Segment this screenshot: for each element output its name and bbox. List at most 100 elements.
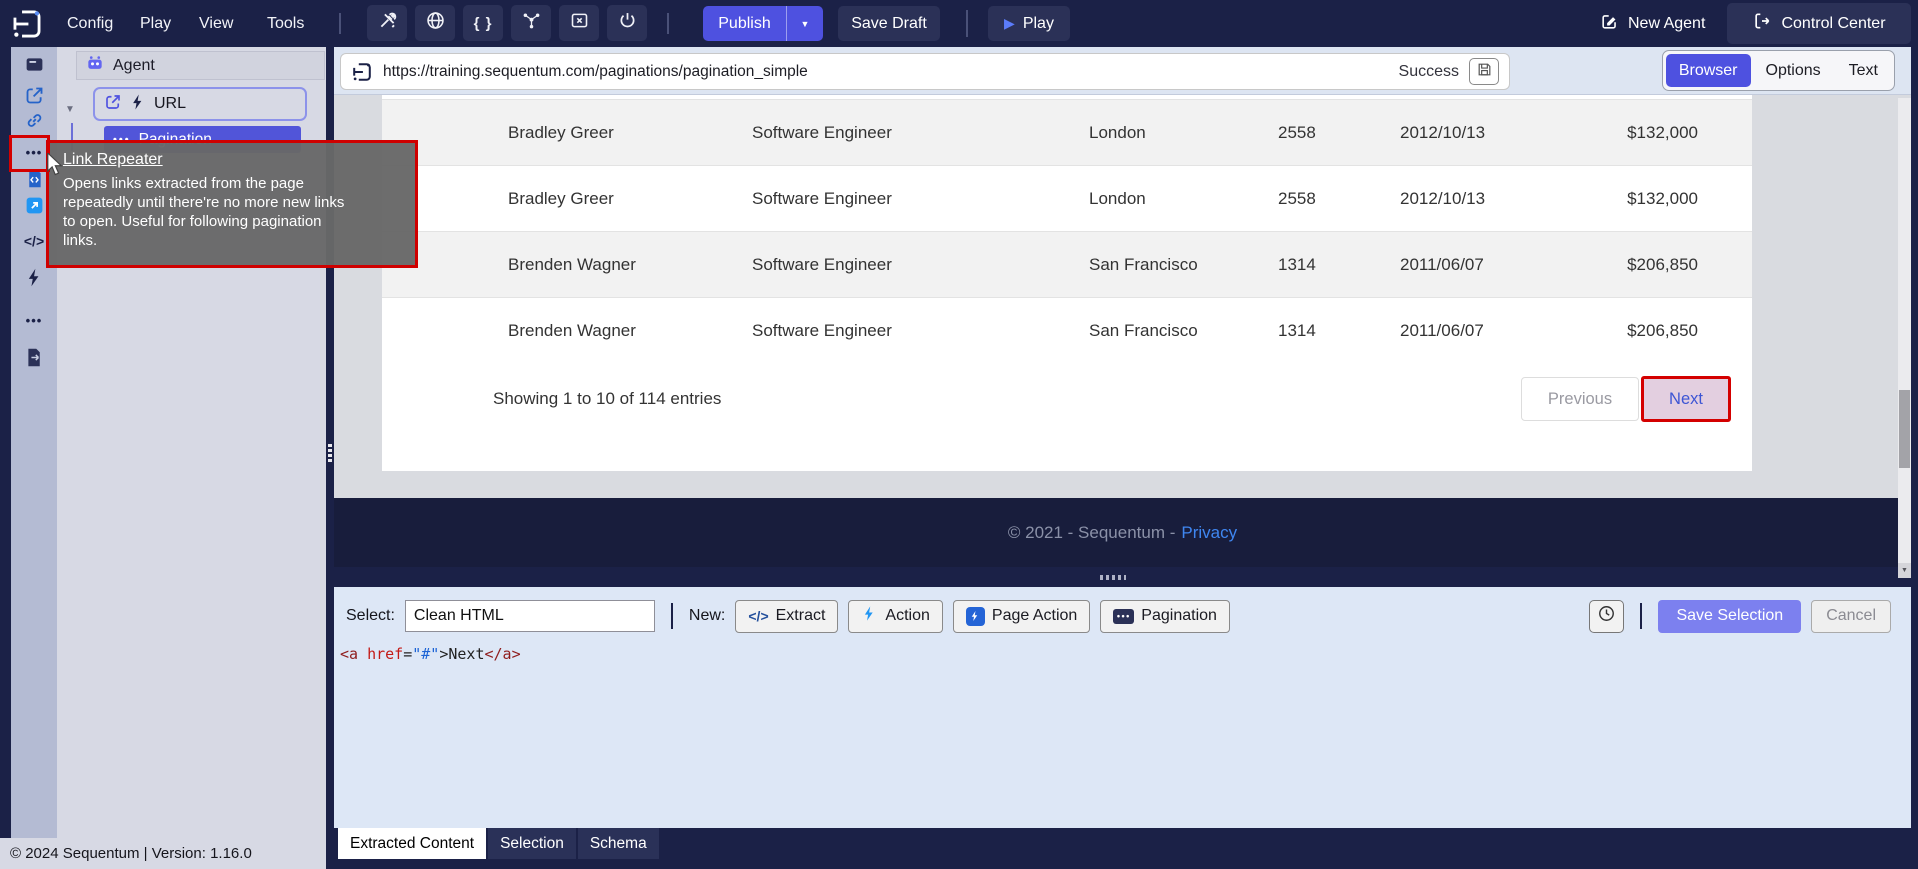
play-agent-button[interactable]: ▶ Play bbox=[988, 6, 1070, 41]
version-status-bar: © 2024 Sequentum | Version: 1.16.0 bbox=[0, 838, 326, 869]
publish-button[interactable]: Publish ▼ bbox=[703, 6, 823, 41]
braces-icon: { } bbox=[474, 15, 493, 32]
tab-options[interactable]: Options bbox=[1753, 54, 1834, 87]
cell-office: London bbox=[1089, 123, 1278, 143]
open-url-tool[interactable] bbox=[22, 86, 46, 110]
code-tag-open: <a bbox=[340, 645, 358, 663]
url-node-label: URL bbox=[154, 95, 186, 113]
selected-html-code: <a href="#">Next</a> bbox=[340, 645, 521, 663]
chevron-down-icon: ▼ bbox=[801, 19, 810, 29]
scrollbar-down-arrow[interactable]: ▼ bbox=[1898, 563, 1911, 578]
menu-tools[interactable]: Tools bbox=[267, 0, 304, 47]
lightning-bolt-icon bbox=[24, 267, 45, 293]
cell-start-date: 2012/10/13 bbox=[1400, 123, 1580, 143]
arrow-square-icon bbox=[24, 195, 45, 221]
browser-settings-button[interactable] bbox=[415, 5, 455, 41]
exit-arrow-icon bbox=[1752, 11, 1772, 36]
code-text: Next bbox=[448, 645, 484, 663]
power-icon bbox=[617, 10, 638, 36]
code-attr: href bbox=[358, 645, 403, 663]
web-page: Bradley Greer Software Engineer London 2… bbox=[382, 95, 1752, 471]
export-tool[interactable] bbox=[22, 348, 46, 372]
extract-label: Extract bbox=[776, 607, 826, 625]
bottom-tab-bar: Extracted Content Selection Schema bbox=[334, 828, 1911, 869]
new-action-button[interactable]: Action bbox=[848, 600, 942, 633]
navigate-tool[interactable] bbox=[22, 196, 46, 220]
previous-page-button[interactable]: Previous bbox=[1521, 377, 1639, 421]
cell-position: Software Engineer bbox=[752, 255, 1089, 275]
link-tool[interactable] bbox=[22, 111, 46, 135]
cell-name: Bradley Greer bbox=[508, 189, 752, 209]
cell-start-date: 2012/10/13 bbox=[1400, 189, 1580, 209]
cell-extension: 1314 bbox=[1278, 255, 1400, 275]
collapse-caret-icon[interactable]: ▼ bbox=[65, 104, 75, 115]
extract-document-tool[interactable] bbox=[22, 169, 46, 193]
code-tag-icon: </> bbox=[748, 608, 768, 624]
scrollbar-thumb[interactable] bbox=[1899, 390, 1910, 468]
publish-dropdown-button[interactable]: ▼ bbox=[786, 6, 823, 41]
cell-name: Brenden Wagner bbox=[508, 255, 752, 275]
agent-graph-button[interactable] bbox=[511, 5, 551, 41]
privacy-link[interactable]: Privacy bbox=[1181, 523, 1237, 543]
control-center-label: Control Center bbox=[1781, 15, 1885, 33]
select-method-input[interactable]: Clean HTML bbox=[405, 600, 655, 632]
address-bar[interactable]: https://training.sequentum.com/paginatio… bbox=[340, 53, 1510, 90]
url-input[interactable]: https://training.sequentum.com/paginatio… bbox=[383, 63, 1389, 81]
menu-config[interactable]: Config bbox=[67, 0, 113, 47]
toolbar-separator bbox=[667, 13, 669, 34]
cell-start-date: 2011/06/07 bbox=[1400, 255, 1580, 275]
sequentum-agent-editor: Config Play View Tools { } Publish ▼ Sav… bbox=[0, 0, 1918, 869]
next-page-button[interactable]: Next bbox=[1641, 376, 1731, 422]
play-triangle-icon: ▶ bbox=[1004, 15, 1015, 32]
action-label: Action bbox=[885, 607, 929, 625]
history-button[interactable] bbox=[1589, 600, 1624, 633]
agent-root-node[interactable]: Agent bbox=[76, 51, 325, 80]
menu-play[interactable]: Play bbox=[140, 0, 171, 47]
splitter-grip[interactable] bbox=[1100, 575, 1126, 580]
tab-selection[interactable]: Selection bbox=[488, 828, 576, 859]
save-selection-button[interactable]: Save Selection bbox=[1658, 600, 1801, 633]
load-status-badge: Success bbox=[1399, 63, 1459, 81]
robot-icon bbox=[85, 53, 105, 78]
tab-schema[interactable]: Schema bbox=[578, 828, 659, 859]
cell-salary: $206,850 bbox=[1580, 255, 1698, 275]
control-center-button[interactable]: Control Center bbox=[1727, 3, 1911, 44]
horizontal-splitter[interactable] bbox=[334, 567, 1911, 587]
action-tool[interactable] bbox=[22, 268, 46, 292]
cell-name: Bradley Greer bbox=[508, 123, 752, 143]
new-pagination-button[interactable]: ••• Pagination bbox=[1100, 600, 1230, 633]
version-text: © 2024 Sequentum | Version: 1.16.0 bbox=[10, 845, 252, 862]
save-draft-label: Save Draft bbox=[851, 15, 927, 33]
publish-label[interactable]: Publish bbox=[703, 6, 786, 41]
more-tools[interactable]: ••• bbox=[22, 308, 46, 332]
tab-extracted-content[interactable]: Extracted Content bbox=[338, 828, 486, 859]
cell-start-date: 2011/06/07 bbox=[1400, 321, 1580, 341]
browser-window-tool[interactable] bbox=[22, 52, 46, 76]
debug-tools-button[interactable] bbox=[367, 5, 407, 41]
selection-panel: Select: Clean HTML New: </> Extract Acti… bbox=[334, 587, 1911, 869]
new-page-action-button[interactable]: Page Action bbox=[953, 600, 1090, 633]
url-tree-node[interactable]: URL bbox=[93, 87, 307, 121]
browser-scrollbar[interactable]: ▼ bbox=[1898, 98, 1911, 578]
cell-extension: 2558 bbox=[1278, 123, 1400, 143]
new-extract-button[interactable]: </> Extract bbox=[735, 600, 838, 633]
toolbar-separator bbox=[671, 603, 673, 629]
tab-text[interactable]: Text bbox=[1836, 54, 1891, 87]
cancel-button[interactable]: Cancel bbox=[1811, 600, 1891, 633]
external-link-icon bbox=[24, 85, 45, 111]
code-tool[interactable]: </> bbox=[22, 229, 46, 253]
cell-name: Brenden Wagner bbox=[508, 321, 752, 341]
new-agent-button[interactable]: New Agent bbox=[1600, 0, 1705, 47]
web-viewport: Bradley Greer Software Engineer London 2… bbox=[334, 95, 1911, 498]
tab-browser[interactable]: Browser bbox=[1666, 54, 1751, 87]
close-windows-button[interactable] bbox=[559, 5, 599, 41]
power-button[interactable] bbox=[607, 5, 647, 41]
splitter-grip[interactable] bbox=[328, 444, 332, 463]
cell-salary: $132,000 bbox=[1580, 123, 1698, 143]
menu-view[interactable]: View bbox=[199, 0, 233, 47]
save-draft-button[interactable]: Save Draft bbox=[838, 6, 940, 41]
cell-office: San Francisco bbox=[1089, 255, 1278, 275]
save-page-button[interactable] bbox=[1469, 58, 1499, 85]
script-editor-button[interactable]: { } bbox=[463, 5, 503, 41]
floppy-disk-icon bbox=[1476, 61, 1493, 83]
